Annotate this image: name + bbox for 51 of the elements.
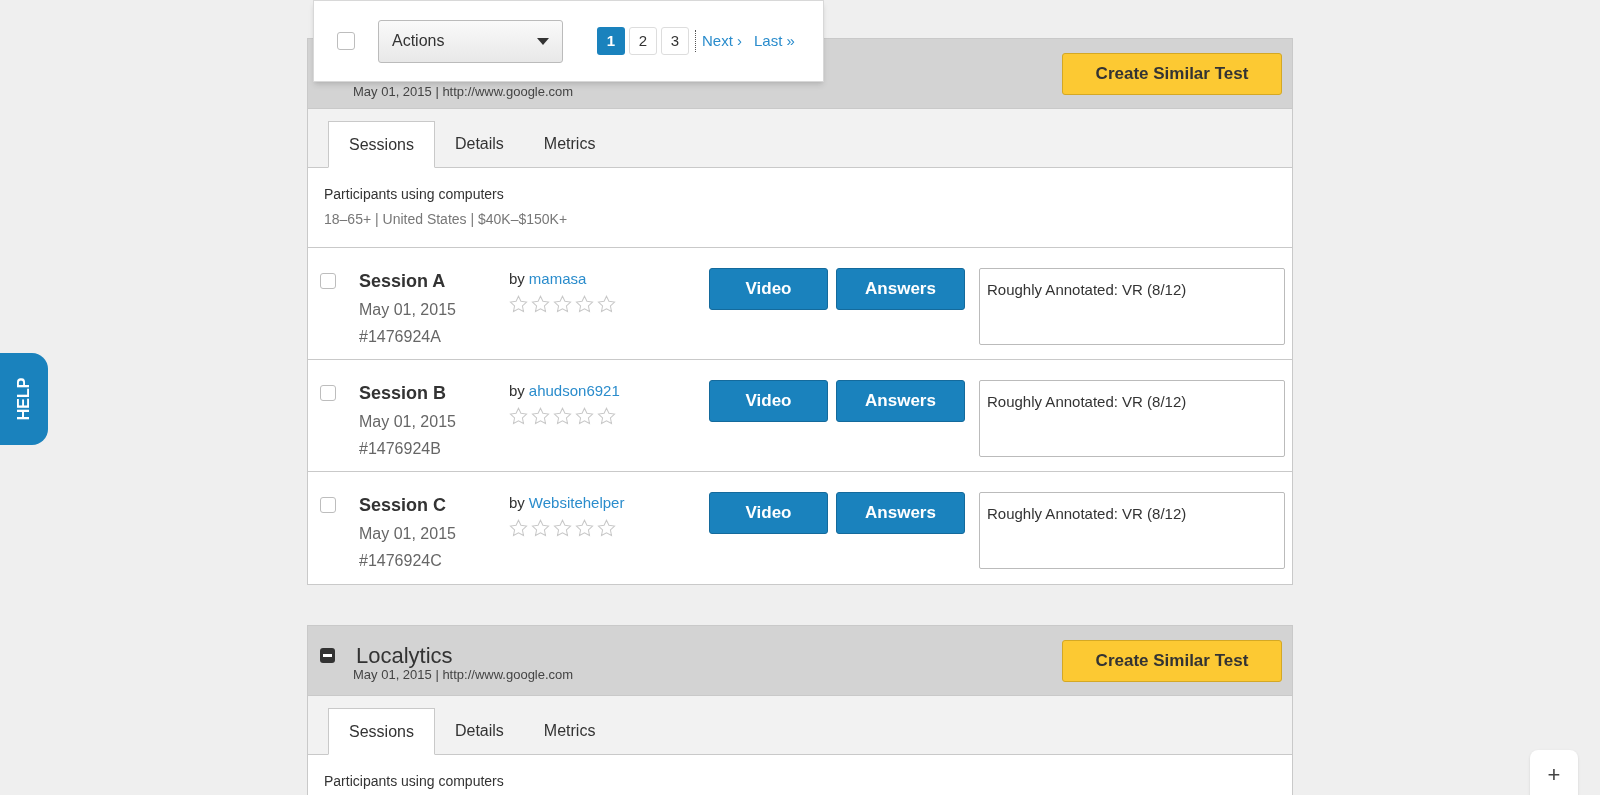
session-title: Session A — [359, 270, 447, 293]
session-title: Session B — [359, 382, 448, 405]
tab[interactable]: Details — [434, 120, 524, 167]
create-similar-test-button[interactable]: Create Similar Test — [1062, 639, 1282, 682]
create-similar-test-button[interactable]: Create Similar Test — [1062, 52, 1282, 95]
add-button[interactable]: + — [1530, 750, 1578, 795]
session-date: May 01, 2015 — [359, 300, 457, 320]
page-button[interactable]: 1 — [597, 27, 625, 55]
caret-icon — [537, 37, 549, 45]
user-link[interactable]: mamasa — [528, 268, 587, 291]
tab[interactable]: Details — [434, 707, 524, 754]
checkbox[interactable] — [337, 32, 355, 50]
answers-button[interactable]: Answers — [836, 268, 965, 310]
user-link[interactable]: ahudson6921 — [528, 380, 620, 403]
video-button[interactable]: Video — [709, 380, 828, 422]
answers-button[interactable]: Answers — [836, 492, 965, 534]
tab[interactable]: Sessions — [328, 121, 435, 168]
notes-field[interactable]: Roughly Annotated: VR (8/12) — [979, 380, 1285, 457]
notes-field[interactable]: Roughly Annotated: VR (8/12) — [979, 492, 1285, 569]
checkbox[interactable] — [320, 273, 336, 289]
page-button[interactable]: 3 — [661, 27, 689, 55]
session-id: #1476924A — [359, 327, 442, 347]
page-button[interactable]: 2 — [629, 27, 657, 55]
checkbox[interactable] — [320, 385, 336, 401]
by-label: by — [509, 381, 525, 401]
tab[interactable]: Sessions — [328, 708, 435, 755]
audience-text: Participants using computers — [324, 772, 505, 791]
video-button[interactable]: Video — [709, 492, 828, 534]
session-id: #1476924B — [359, 439, 442, 459]
video-button[interactable]: Video — [709, 268, 828, 310]
collapse-icon[interactable] — [320, 648, 335, 664]
test-subtitle: May 01, 2015 | http://www.google.com — [353, 82, 574, 101]
tab[interactable]: Metrics — [523, 120, 616, 167]
demographics-text: 18–65+ | United States | $40K–$150K+ — [324, 210, 569, 229]
help-tab[interactable]: HELP — [0, 353, 48, 445]
session-date: May 01, 2015 — [359, 412, 457, 432]
checkbox[interactable] — [320, 497, 336, 513]
tab[interactable]: Metrics — [523, 707, 616, 754]
session-title: Session C — [359, 494, 448, 517]
by-label: by — [509, 493, 525, 513]
actions-dropdown[interactable]: Actions — [378, 19, 563, 63]
test-title: Localytics — [356, 642, 453, 669]
user-link[interactable]: Websitehelper — [528, 492, 625, 515]
session-date: May 01, 2015 — [359, 524, 457, 544]
answers-button[interactable]: Answers — [836, 380, 965, 422]
by-label: by — [509, 269, 525, 289]
session-id: #1476924C — [359, 551, 443, 571]
pagination-link[interactable]: Next › — [702, 29, 742, 53]
audience-text: Participants using computers — [324, 185, 505, 204]
pagination-link[interactable]: Last » — [754, 29, 795, 53]
notes-field[interactable]: Roughly Annotated: VR (8/12) — [979, 268, 1285, 345]
